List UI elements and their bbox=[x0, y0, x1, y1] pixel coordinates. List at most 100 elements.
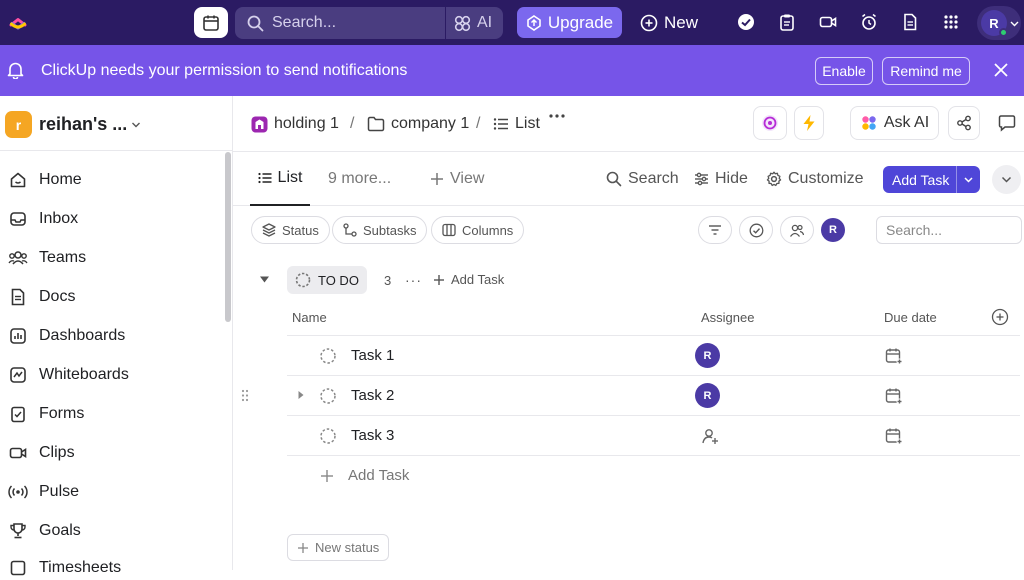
status-group-badge[interactable]: TO DO bbox=[287, 266, 367, 294]
sidebar-item-pulse[interactable]: Pulse bbox=[8, 480, 79, 504]
automations-button[interactable] bbox=[794, 106, 824, 140]
calendar-add-icon[interactable] bbox=[885, 427, 903, 445]
sidebar-item-clips[interactable]: Clips bbox=[8, 441, 75, 465]
chevron-down-icon[interactable] bbox=[131, 120, 141, 130]
ask-ai-button[interactable]: Ask AI bbox=[850, 106, 939, 140]
sidebar-item-label: Pulse bbox=[39, 483, 80, 500]
view-search-button[interactable]: Search bbox=[606, 170, 679, 188]
calendar-add-icon[interactable] bbox=[885, 387, 903, 405]
collapse-group-icon[interactable] bbox=[259, 275, 270, 284]
group-add-task-button[interactable]: Add Task bbox=[433, 272, 504, 287]
task-name[interactable]: Task 1 bbox=[351, 347, 394, 364]
task-count: 3 bbox=[384, 273, 392, 288]
remind-me-button[interactable]: Remind me bbox=[882, 57, 970, 85]
avatar[interactable]: R bbox=[695, 383, 720, 408]
closed-tasks-button[interactable] bbox=[739, 216, 773, 244]
sidebar-item-forms[interactable]: Forms bbox=[8, 402, 84, 426]
columns-icon bbox=[442, 223, 456, 237]
document-icon[interactable] bbox=[900, 12, 920, 32]
upgrade-label: Upgrade bbox=[547, 12, 614, 32]
workspace-switcher[interactable]: r reihan's ... bbox=[5, 111, 127, 138]
task-name[interactable]: Task 3 bbox=[351, 427, 394, 444]
global-search[interactable]: Search... AI bbox=[235, 7, 503, 39]
new-button[interactable]: New bbox=[640, 7, 698, 38]
breadcrumb-folder[interactable]: company 1 bbox=[367, 115, 469, 133]
sidebar-item-goals[interactable]: Goals bbox=[8, 519, 81, 543]
status-todo-icon[interactable] bbox=[319, 427, 337, 445]
close-icon[interactable] bbox=[993, 62, 1009, 78]
avatar[interactable]: R bbox=[821, 218, 845, 242]
status-filter-button[interactable]: Status bbox=[251, 216, 330, 244]
view-search-label: Search bbox=[628, 170, 679, 187]
alarm-clock-icon[interactable] bbox=[859, 12, 879, 32]
user-menu-button[interactable]: R bbox=[977, 6, 1021, 40]
goals-icon bbox=[8, 521, 28, 541]
expand-subtasks-icon[interactable] bbox=[297, 390, 305, 400]
sidebar-item-home[interactable]: Home bbox=[8, 168, 82, 192]
table-row[interactable]: Task 2 R bbox=[287, 376, 1020, 416]
check-circle-icon[interactable] bbox=[736, 12, 756, 32]
sidebar-item-timesheets[interactable]: Timesheets bbox=[8, 556, 121, 580]
sidebar-item-inbox[interactable]: Inbox bbox=[8, 207, 78, 231]
group-more-button[interactable]: ··· bbox=[405, 272, 422, 288]
calendar-button[interactable] bbox=[194, 7, 228, 38]
enable-notifications-button[interactable]: Enable bbox=[815, 57, 873, 85]
ai-brain-button[interactable] bbox=[753, 106, 787, 140]
upgrade-button[interactable]: Upgrade bbox=[517, 7, 622, 38]
search-icon bbox=[247, 15, 264, 31]
column-header-name[interactable]: Name bbox=[292, 310, 327, 325]
filter-button[interactable] bbox=[698, 216, 732, 244]
column-header-assignee[interactable]: Assignee bbox=[701, 310, 754, 325]
tab-more-views[interactable]: 9 more... bbox=[328, 170, 391, 188]
avatar[interactable]: R bbox=[695, 343, 720, 368]
calendar-add-icon[interactable] bbox=[885, 347, 903, 365]
breadcrumb-space[interactable]: holding 1 bbox=[251, 115, 339, 133]
chevron-down-icon bbox=[1010, 21, 1019, 26]
task-search-placeholder: Search... bbox=[886, 222, 943, 238]
video-icon[interactable] bbox=[818, 12, 838, 32]
sidebar-item-teams[interactable]: Teams bbox=[8, 246, 86, 270]
hide-button[interactable]: Hide bbox=[694, 170, 748, 188]
share-button[interactable] bbox=[948, 106, 980, 140]
sidebar-item-docs[interactable]: Docs bbox=[8, 285, 75, 309]
tab-list[interactable]: List bbox=[250, 152, 310, 206]
column-header-due-date[interactable]: Due date bbox=[884, 310, 937, 325]
sidebar-item-label: Inbox bbox=[39, 210, 79, 227]
table-row[interactable]: Task 1 R bbox=[287, 336, 1020, 376]
add-assignee-icon[interactable] bbox=[701, 427, 719, 445]
subtasks-button[interactable]: Subtasks bbox=[332, 216, 428, 244]
add-column-icon[interactable] bbox=[991, 308, 1009, 326]
assignees-filter-button[interactable] bbox=[780, 216, 814, 244]
new-status-button[interactable]: New status bbox=[287, 534, 390, 561]
avatar: R bbox=[981, 10, 1008, 37]
add-task-dropdown[interactable] bbox=[957, 175, 980, 184]
collapse-toolbar-button[interactable] bbox=[992, 165, 1021, 194]
whiteboards-icon bbox=[8, 365, 28, 385]
list-options-button[interactable] bbox=[549, 114, 565, 118]
status-group-label: TO DO bbox=[318, 272, 359, 288]
plus-icon bbox=[431, 173, 443, 185]
task-name[interactable]: Task 2 bbox=[351, 387, 394, 404]
add-view-button[interactable]: View bbox=[430, 170, 484, 188]
customize-button[interactable]: Customize bbox=[766, 170, 864, 188]
add-task-button[interactable]: Add Task bbox=[883, 166, 980, 193]
table-row[interactable]: Task 3 bbox=[287, 416, 1020, 456]
sidebar-item-dashboards[interactable]: Dashboards bbox=[8, 324, 125, 348]
task-search-input[interactable]: Search... bbox=[876, 216, 1022, 244]
add-task-label: Add Task bbox=[892, 171, 950, 188]
ai-button[interactable]: AI bbox=[454, 7, 492, 39]
sidebar-scrollbar[interactable] bbox=[225, 152, 231, 322]
apps-grid-icon[interactable] bbox=[941, 12, 961, 32]
columns-button[interactable]: Columns bbox=[431, 216, 525, 244]
inline-add-task-button[interactable]: Add Task bbox=[320, 467, 409, 484]
sidebar-item-label: Goals bbox=[39, 522, 81, 539]
breadcrumb-list[interactable]: List bbox=[493, 115, 540, 133]
drag-handle-icon[interactable] bbox=[241, 389, 249, 402]
status-todo-icon[interactable] bbox=[319, 347, 337, 365]
sidebar-item-whiteboards[interactable]: Whiteboards bbox=[8, 363, 129, 387]
clipboard-icon[interactable] bbox=[777, 12, 797, 32]
workspace-name: reihan's ... bbox=[39, 114, 128, 134]
clickup-logo-icon[interactable] bbox=[8, 12, 28, 32]
status-todo-icon[interactable] bbox=[319, 387, 337, 405]
comments-button[interactable] bbox=[998, 114, 1016, 132]
